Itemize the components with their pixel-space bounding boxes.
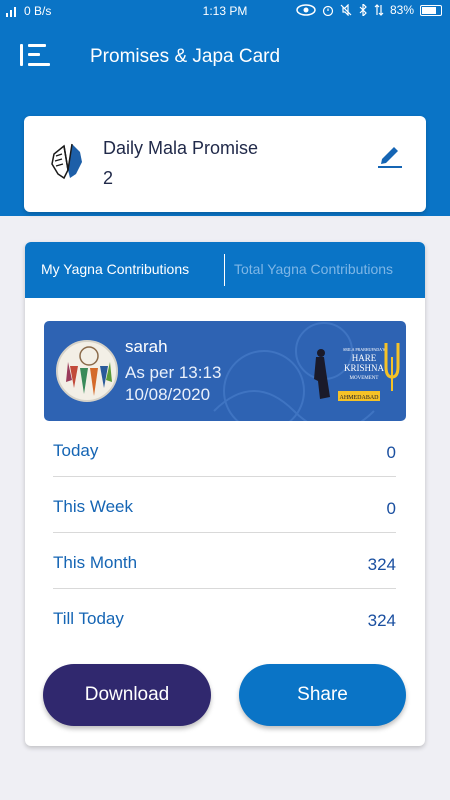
eye-icon	[296, 4, 316, 16]
stat-label: This Week	[53, 497, 133, 516]
stat-label: Till Today	[53, 609, 124, 628]
avatar	[56, 340, 118, 402]
alarm-icon	[322, 5, 334, 16]
as-per-date: 10/08/2020	[125, 385, 211, 404]
tab-bar: My Yagna Contributions Total Yagna Contr…	[25, 242, 425, 298]
bluetooth-icon	[359, 4, 367, 16]
user-banner: sarah As per 13:13 10/08/2020 SRILA PRAB…	[44, 321, 406, 421]
as-per-time: As per 13:13	[125, 363, 222, 382]
promise-card: Daily Mala Promise 2	[24, 116, 426, 212]
stat-label: This Month	[53, 553, 138, 572]
mute-icon	[340, 4, 352, 16]
battery-percent: 83%	[389, 3, 414, 17]
stat-value: 324	[367, 555, 396, 574]
tab-total-yagna[interactable]: Total Yagna Contributions	[234, 261, 393, 277]
stat-value: 0	[386, 499, 396, 518]
promise-label: Daily Mala Promise	[103, 138, 259, 158]
status-bar: 0 B/s 1:13 PM 83%	[0, 0, 450, 24]
promise-value: 2	[103, 168, 114, 188]
svg-text:MOVEMENT: MOVEMENT	[350, 376, 379, 381]
stat-value: 0	[386, 443, 396, 462]
page-title: Promises & Japa Card	[90, 46, 281, 67]
stat-row-this-month: This Month 324	[53, 533, 396, 589]
praying-hands-icon	[51, 143, 82, 180]
hare-krishna-logo: SRILA PRABHUPADA'S HARE KRISHNA MOVEMENT…	[314, 343, 400, 401]
dreamcatcher-icon	[66, 346, 112, 396]
data-transfer-icon	[374, 4, 384, 16]
stat-value: 324	[367, 611, 396, 630]
stat-row-till-today: Till Today 324	[53, 589, 396, 645]
stat-label: Today	[53, 441, 99, 460]
menu-list-icon[interactable]	[20, 44, 50, 68]
yagna-card: My Yagna Contributions Total Yagna Contr…	[25, 242, 425, 746]
pencil-icon[interactable]	[376, 140, 404, 168]
status-right: 83%	[296, 3, 442, 17]
svg-text:SRILA PRABHUPADA'S: SRILA PRABHUPADA'S	[343, 347, 385, 352]
svg-text:KRISHNA: KRISHNA	[344, 363, 385, 373]
stat-row-this-week: This Week 0	[53, 477, 396, 533]
svg-text:HARE: HARE	[352, 353, 377, 363]
share-button[interactable]: Share	[239, 664, 406, 726]
tab-divider	[224, 254, 225, 286]
svg-text:AHMEDABAD: AHMEDABAD	[340, 395, 380, 401]
battery-icon	[420, 4, 442, 16]
tab-my-yagna[interactable]: My Yagna Contributions	[41, 261, 189, 277]
download-button[interactable]: Download	[43, 664, 211, 726]
user-name: sarah	[125, 337, 168, 356]
stat-row-today: Today 0	[53, 421, 396, 477]
